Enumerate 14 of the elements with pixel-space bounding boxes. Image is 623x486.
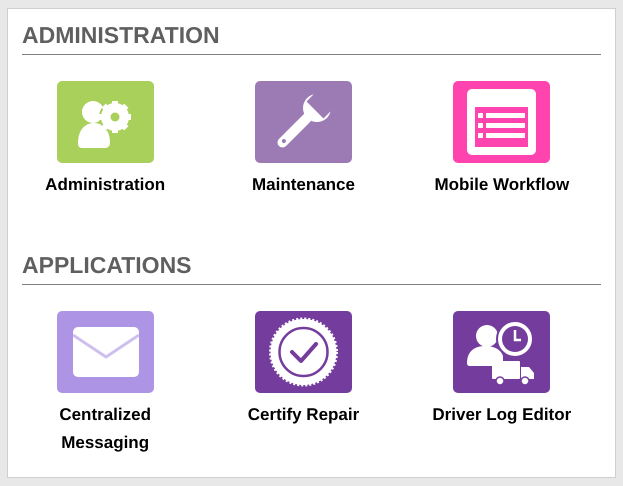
envelope-icon[interactable] <box>56 311 154 393</box>
wrench-icon[interactable] <box>254 81 352 163</box>
section-heading: ADMINISTRATION <box>22 21 601 55</box>
user-clock-truck-icon[interactable] <box>453 311 550 393</box>
app-label[interactable]: Maintenance <box>218 171 388 199</box>
section-heading: APPLICATIONS <box>22 251 601 285</box>
app-label[interactable]: Certify Repair <box>218 401 388 429</box>
app-label[interactable]: Centralized Messaging <box>20 401 190 457</box>
seal-check-icon[interactable] <box>254 311 352 393</box>
app-label[interactable]: Mobile Workflow <box>416 171 587 199</box>
user-gear-icon[interactable] <box>56 81 154 163</box>
form-icon[interactable] <box>453 81 550 163</box>
app-label[interactable]: Driver Log Editor <box>416 401 587 429</box>
app-label[interactable]: Administration <box>20 171 190 199</box>
